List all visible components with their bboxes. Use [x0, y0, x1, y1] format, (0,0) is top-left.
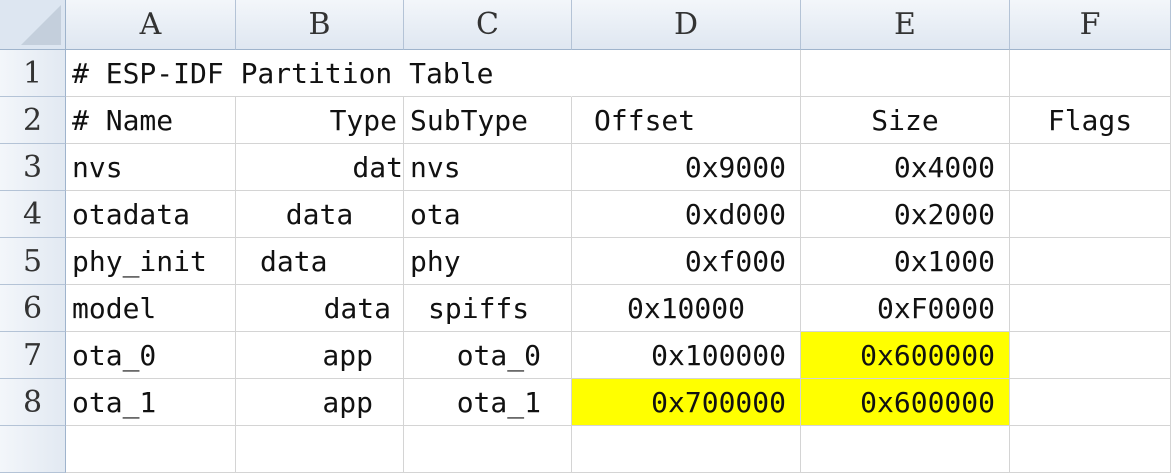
cell-e9[interactable] — [801, 426, 1010, 473]
cell-c7[interactable]: ota_0 — [404, 332, 572, 379]
cell-e7[interactable]: 0x600000 — [801, 332, 1010, 379]
cell-c6[interactable]: spiffs — [404, 285, 572, 332]
row-header-2[interactable]: 2 — [0, 97, 66, 144]
select-all-triangle-icon — [21, 5, 61, 45]
cell-c4[interactable]: ota — [404, 191, 572, 238]
column-header-d[interactable]: D — [572, 0, 801, 50]
row-header-6[interactable]: 6 — [0, 285, 66, 332]
cell-b2[interactable]: Type — [236, 97, 404, 144]
cell-a6[interactable]: model — [66, 285, 236, 332]
cell-e3[interactable]: 0x4000 — [801, 144, 1010, 191]
cell-f7[interactable] — [1010, 332, 1171, 379]
cell-b3[interactable]: dat — [236, 144, 404, 191]
cell-f4[interactable] — [1010, 191, 1171, 238]
cell-d8[interactable]: 0x700000 — [572, 379, 801, 426]
cell-a9[interactable] — [66, 426, 236, 473]
cell-f1[interactable] — [1010, 50, 1171, 97]
cell-f2[interactable]: Flags — [1010, 97, 1171, 144]
column-header-e[interactable]: E — [801, 0, 1010, 50]
cell-a1[interactable]: # ESP-IDF Partition Table — [66, 50, 572, 97]
row-header-8[interactable]: 8 — [0, 379, 66, 426]
row-header-3[interactable]: 3 — [0, 144, 66, 191]
cell-c8[interactable]: ota_1 — [404, 379, 572, 426]
cell-d7[interactable]: 0x100000 — [572, 332, 801, 379]
cell-e2[interactable]: Size — [801, 97, 1010, 144]
cell-f3[interactable] — [1010, 144, 1171, 191]
cell-b9[interactable] — [236, 426, 404, 473]
cell-a2[interactable]: # Name — [66, 97, 236, 144]
cell-f6[interactable] — [1010, 285, 1171, 332]
cell-f9[interactable] — [1010, 426, 1171, 473]
cell-e4[interactable]: 0x2000 — [801, 191, 1010, 238]
cell-c9[interactable] — [404, 426, 572, 473]
column-header-b[interactable]: B — [236, 0, 404, 50]
cell-d5[interactable]: 0xf000 — [572, 238, 801, 285]
cell-d3[interactable]: 0x9000 — [572, 144, 801, 191]
cell-d1[interactable] — [572, 50, 801, 97]
cell-c2[interactable]: SubType — [404, 97, 572, 144]
cell-d9[interactable] — [572, 426, 801, 473]
spreadsheet: A B C D E F 1 2 3 4 5 6 7 8 # ESP-IDF Pa… — [0, 0, 1171, 473]
cell-a7[interactable]: ota_0 — [66, 332, 236, 379]
cell-a3[interactable]: nvs — [66, 144, 236, 191]
cell-b6[interactable]: data — [236, 285, 404, 332]
cell-f8[interactable] — [1010, 379, 1171, 426]
cell-b4[interactable]: data — [236, 191, 404, 238]
cell-d6[interactable]: 0x10000 — [572, 285, 801, 332]
cell-b7[interactable]: app — [236, 332, 404, 379]
cell-c3[interactable]: nvs — [404, 144, 572, 191]
cell-b8[interactable]: app — [236, 379, 404, 426]
column-header-a[interactable]: A — [66, 0, 236, 50]
cell-e8[interactable]: 0x600000 — [801, 379, 1010, 426]
cell-e6[interactable]: 0xF0000 — [801, 285, 1010, 332]
column-header-c[interactable]: C — [404, 0, 572, 50]
cell-a4[interactable]: otadata — [66, 191, 236, 238]
cell-c5[interactable]: phy — [404, 238, 572, 285]
row-header-4[interactable]: 4 — [0, 191, 66, 238]
row-header-1[interactable]: 1 — [0, 50, 66, 97]
row-header-7[interactable]: 7 — [0, 332, 66, 379]
cell-e1[interactable] — [801, 50, 1010, 97]
cell-d4[interactable]: 0xd000 — [572, 191, 801, 238]
cell-e5[interactable]: 0x1000 — [801, 238, 1010, 285]
row-header-9[interactable] — [0, 426, 66, 473]
select-all-corner[interactable] — [0, 0, 66, 50]
cell-b5[interactable]: data — [236, 238, 404, 285]
cell-d2[interactable]: Offset — [572, 97, 801, 144]
row-header-5[interactable]: 5 — [0, 238, 66, 285]
cell-f5[interactable] — [1010, 238, 1171, 285]
cell-a5[interactable]: phy_init — [66, 238, 236, 285]
column-header-f[interactable]: F — [1010, 0, 1171, 50]
cell-a8[interactable]: ota_1 — [66, 379, 236, 426]
